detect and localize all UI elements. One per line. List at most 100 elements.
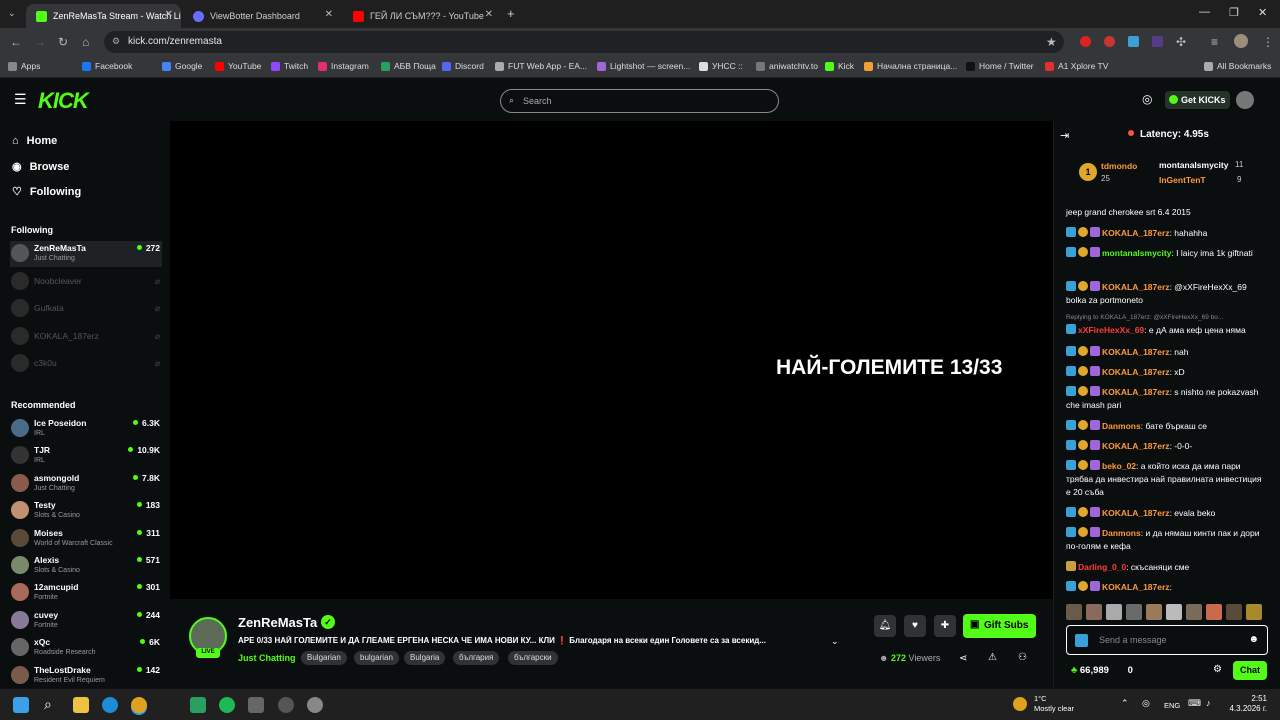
system-clock[interactable]: 2:51 4.3.2026 г.: [1223, 694, 1267, 714]
stream-category[interactable]: Just Chatting: [238, 653, 296, 663]
recommended-channel[interactable]: 12amcupid Fortnite 301: [10, 580, 162, 606]
window-close-icon[interactable]: ✕: [1258, 6, 1267, 19]
extension-icon[interactable]: [1152, 36, 1163, 47]
bookmark-item[interactable]: A1 Xplore TV: [1045, 61, 1108, 71]
emote-icon[interactable]: [1166, 604, 1182, 620]
chat-username[interactable]: montanalsmycity: [1102, 248, 1171, 258]
sidebar-nav-home[interactable]: ⌂ Home: [12, 135, 57, 147]
tab-kick[interactable]: ZenReMasTa Stream - Watch Li ✕: [26, 4, 181, 28]
bookmark-item[interactable]: Lightshot — screen...: [597, 61, 690, 71]
bookmark-star-icon[interactable]: ★: [1046, 35, 1057, 49]
streamer-name[interactable]: ZenReMasTa: [238, 615, 317, 630]
chat-username[interactable]: KOKALA_187erz: [1102, 508, 1170, 518]
app-icon[interactable]: [190, 697, 206, 713]
extensions-puzzle-icon[interactable]: ✣: [1176, 35, 1186, 49]
emote-icon[interactable]: [1206, 604, 1222, 620]
bookmark-item[interactable]: Facebook: [82, 61, 132, 71]
chrome-icon[interactable]: [131, 697, 147, 713]
add-user-icon[interactable]: ⚇: [1018, 652, 1027, 663]
bookmark-item[interactable]: YouTube: [215, 61, 261, 71]
extension-icon[interactable]: [1128, 36, 1139, 47]
report-warning-icon[interactable]: ⚠: [988, 652, 997, 663]
chat-send-button[interactable]: Chat: [1233, 661, 1267, 680]
bookmark-item[interactable]: aniwatchtv.to: [756, 61, 818, 71]
following-channel[interactable]: Noobcleaver ⌀: [10, 269, 162, 295]
browse-icon[interactable]: ◎: [1142, 92, 1152, 106]
chat-username[interactable]: KOKALA_187erz: [1102, 282, 1170, 292]
notifications-bell-button[interactable]: 🔔︎: [874, 615, 896, 637]
chat-username[interactable]: Darling_0_0: [1078, 562, 1126, 572]
tray-icon[interactable]: ◎: [1142, 698, 1150, 709]
chat-username[interactable]: beko_02: [1102, 461, 1136, 471]
settings-icon[interactable]: [307, 697, 323, 713]
following-channel[interactable]: c3k0u ⌀: [10, 351, 162, 377]
emote-icon[interactable]: [1126, 604, 1142, 620]
stream-tag[interactable]: Bulgarian: [301, 651, 347, 665]
extension-icon[interactable]: [1080, 36, 1091, 47]
following-channel[interactable]: ZenReMasTa Just Chatting 272: [10, 241, 162, 267]
calculator-icon[interactable]: [248, 697, 264, 713]
search-input[interactable]: ⌕ Search: [500, 89, 779, 113]
bookmark-item[interactable]: Discord: [442, 61, 484, 71]
bookmark-item[interactable]: Kick: [825, 61, 854, 71]
back-icon[interactable]: ←: [10, 35, 22, 49]
spotify-icon[interactable]: [219, 697, 235, 713]
recommended-channel[interactable]: TheLostDrake Resident Evil Requiem 142: [10, 663, 162, 689]
tab-youtube[interactable]: ГЕЙ ЛИ СЪМ??? - YouTube ✕: [343, 4, 501, 28]
channel-points[interactable]: ♣ 66,989 0: [1071, 665, 1133, 676]
chat-username[interactable]: xXFireHexXx_69: [1078, 325, 1144, 335]
maximize-icon[interactable]: ❐: [1229, 6, 1239, 19]
emote-icon[interactable]: [1106, 604, 1122, 620]
chat-username[interactable]: KOKALA_187erz: [1102, 441, 1170, 451]
close-tab-icon[interactable]: ✕: [485, 9, 493, 20]
get-kicks-button[interactable]: Get KICKs: [1165, 91, 1230, 109]
stream-tag[interactable]: български: [508, 651, 558, 665]
recommended-channel[interactable]: xQc Roadside Research 6K: [10, 635, 162, 661]
stream-tag[interactable]: Bulgaria: [404, 651, 446, 665]
leader-name[interactable]: InGentTenT: [1159, 175, 1206, 185]
url-input[interactable]: ⚙ kick.com/zenremasta: [104, 31, 1064, 53]
recommended-channel[interactable]: cuvey Fortnite 244: [10, 608, 162, 634]
chat-username[interactable]: KOKALA_187erz: [1102, 367, 1170, 377]
chat-username[interactable]: Danmons: [1102, 421, 1141, 431]
bookmark-item[interactable]: АБВ Поща: [381, 61, 436, 71]
following-channel[interactable]: Gufkata ⌀: [10, 296, 162, 322]
bookmark-item[interactable]: FUT Web App - EA...: [495, 61, 587, 71]
language-indicator[interactable]: ENG: [1164, 701, 1180, 710]
profile-avatar[interactable]: [1234, 34, 1248, 48]
share-icon[interactable]: ⋖: [959, 653, 967, 664]
leader-name[interactable]: tdmondo: [1101, 161, 1137, 171]
bookmark-item[interactable]: Google: [162, 61, 202, 71]
site-info-icon[interactable]: ⚙: [112, 36, 120, 47]
bookmark-item[interactable]: Home / Twitter: [966, 61, 1034, 71]
stream-tag[interactable]: българия: [453, 651, 500, 665]
tab-list-icon[interactable]: ≡: [1211, 35, 1218, 49]
leader-name[interactable]: montanalsmycity: [1159, 160, 1228, 170]
sidebar-nav-following[interactable]: ♡ Following: [12, 185, 81, 198]
emote-icon[interactable]: [1226, 604, 1242, 620]
emoji-picker-icon[interactable]: ☻: [1248, 634, 1259, 645]
emote-icon[interactable]: [1086, 604, 1102, 620]
bookmark-item[interactable]: УНСС ::: [699, 61, 743, 71]
extension-icon[interactable]: [1104, 36, 1115, 47]
stream-tag[interactable]: bulgarian: [354, 651, 399, 665]
hamburger-menu-icon[interactable]: ☰: [14, 91, 27, 108]
tab-viewbotter[interactable]: ViewBotter Dashboard ✕: [183, 4, 341, 28]
network-icon[interactable]: ⌨: [1188, 698, 1201, 709]
bookmark-item[interactable]: All Bookmarks: [1204, 61, 1271, 71]
steam-icon[interactable]: [278, 697, 294, 713]
close-tab-icon[interactable]: ✕: [165, 9, 173, 20]
emote-icon[interactable]: [1066, 604, 1082, 620]
bookmark-item[interactable]: Apps: [8, 61, 40, 71]
minimize-icon[interactable]: —: [1199, 6, 1210, 18]
chat-username[interactable]: KOKALA_187erz: [1102, 582, 1170, 592]
new-tab-icon[interactable]: +: [507, 6, 515, 21]
kick-logo[interactable]: KICK: [38, 88, 89, 114]
edge-icon[interactable]: [102, 697, 118, 713]
follow-heart-button[interactable]: ♥: [904, 615, 926, 637]
gift-subs-button[interactable]: ▣ Gift Subs: [963, 614, 1036, 638]
home-icon[interactable]: ⌂: [82, 35, 89, 49]
boost-button[interactable]: ✚: [934, 615, 956, 637]
recommended-channel[interactable]: Alexis Slots & Casino 571: [10, 553, 162, 579]
chat-username[interactable]: KOKALA_187erz: [1102, 228, 1170, 238]
